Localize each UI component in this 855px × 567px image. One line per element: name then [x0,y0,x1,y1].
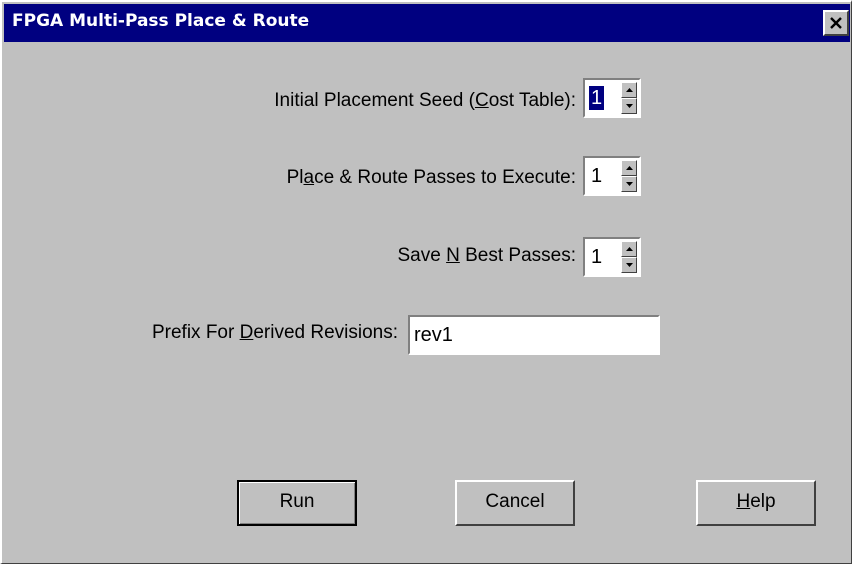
save-best-label: Save N Best Passes: [398,245,577,267]
close-button[interactable] [823,10,849,36]
seed-spin-down-button[interactable] [621,98,637,114]
save-best-spin-up-button[interactable] [621,241,637,257]
seed-spinner[interactable]: 1 [583,78,641,118]
save-best-label-accel: N [446,245,460,266]
prefix-input[interactable] [408,315,660,355]
seed-label-accel: C [474,90,489,111]
passes-label-post: ce & Route Passes to Execute: [314,167,576,188]
cancel-button[interactable]: Cancel [455,480,575,526]
prefix-label-accel: D [239,322,254,343]
prefix-label-post: erived Revisions: [253,322,398,343]
passes-label-pre: Pl [286,167,304,188]
window-title: FPGA Multi-Pass Place & Route [12,11,310,31]
passes-label-accel: a [303,167,315,188]
seed-label: Initial Placement Seed (Cost Table): [274,90,576,112]
save-best-label-post: Best Passes: [459,245,576,266]
run-button[interactable]: Run [237,480,357,526]
prefix-label-pre: Prefix For [151,322,240,343]
save-best-spin-down-button[interactable] [621,257,637,273]
cancel-button-label: Cancel [485,491,545,512]
triangle-down-icon [626,182,633,186]
save-best-value[interactable]: 1 [591,245,602,269]
triangle-up-icon [626,88,633,92]
triangle-down-icon [626,104,633,108]
triangle-up-icon [626,166,633,170]
seed-value[interactable]: 1 [589,86,605,110]
seed-label-pre: Initial Placement Seed ( [274,90,475,111]
help-button-accel: H [736,491,751,512]
help-button[interactable]: Help [696,480,816,526]
save-best-spin-buttons [621,241,637,273]
prefix-label: Prefix For Derived Revisions: [152,322,398,344]
seed-label-post: ost Table): [488,90,576,111]
passes-spin-down-button[interactable] [621,176,637,192]
passes-spinner[interactable]: 1 [583,156,641,196]
close-icon [830,17,842,29]
passes-label: Place & Route Passes to Execute: [287,167,576,189]
run-button-label: Run [279,491,315,512]
seed-spin-buttons [621,82,637,114]
save-best-spinner[interactable]: 1 [583,237,641,277]
help-button-label: elp [750,491,776,512]
passes-value[interactable]: 1 [591,164,602,188]
triangle-up-icon [626,247,633,251]
passes-spin-buttons [621,160,637,192]
dialog-window: FPGA Multi-Pass Place & Route Initial Pl… [0,0,852,564]
seed-spin-up-button[interactable] [621,82,637,98]
save-best-label-pre: Save [397,245,447,266]
passes-spin-up-button[interactable] [621,160,637,176]
triangle-down-icon [626,263,633,267]
title-bar[interactable]: FPGA Multi-Pass Place & Route [4,4,850,42]
